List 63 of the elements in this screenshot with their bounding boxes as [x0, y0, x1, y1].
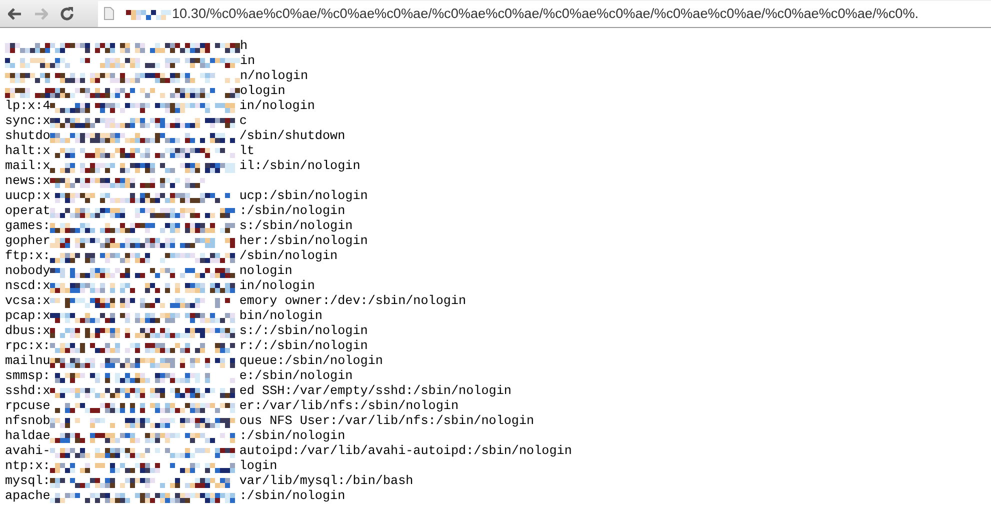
text-line-end: il:/sbin/nologin — [239, 159, 360, 174]
text-line-start: nscd:x — [5, 279, 50, 294]
text-line-start: ftp:x: — [5, 249, 50, 264]
text-line-end: autoipd:/var/lib/avahi-autoipd:/sbin/nologin — [239, 444, 572, 459]
text-line-end: ucp:/sbin/nologin — [239, 189, 368, 204]
text-line-end: :/sbin/nologin — [239, 429, 346, 444]
text-line-end: e:/sbin/nologin — [239, 369, 353, 384]
text-line-end: c — [239, 114, 247, 129]
text-line-end: r:/:/sbin/nologin — [239, 339, 368, 354]
pixelated-host-drawing — [126, 8, 172, 20]
text-line-start: shutdo — [5, 129, 50, 144]
text-line-end: var/lib/mysql:/bin/bash — [239, 474, 414, 489]
text-line-start: operat — [5, 204, 50, 219]
text-line-start: rpcuse — [5, 399, 50, 414]
text-line-start: pcap:x — [5, 309, 50, 324]
text-line-start: mailnu — [5, 354, 50, 369]
text-line-end: in/nologin — [239, 279, 315, 294]
text-line-end: n/nologin — [240, 69, 308, 84]
text-line-end: er:/var/lib/nfs:/sbin/nologin — [239, 399, 459, 414]
text-line-end: s:/sbin/nologin — [239, 219, 353, 234]
text-line-start: rpc:x: — [5, 339, 50, 354]
text-line-end: lt — [239, 144, 254, 159]
text-line-start: halt:x — [5, 144, 50, 159]
text-line-start: gopher — [5, 234, 50, 249]
text-line-start: smmsp: — [5, 369, 50, 384]
forward-arrow-icon — [34, 8, 48, 20]
text-line-start: mail:x — [5, 159, 50, 174]
page-icon — [104, 7, 114, 20]
address-bar[interactable]: 10.30/%c0%ae%c0%ae/%c0%ae%c0%ae/%c0%ae%c0%ae/%c0%ae%c0%ae/%c0%ae%c0%ae/%c0%ae%c0%ae/%c0%. — [98, 0, 991, 26]
text-line-end: /sbin/nologin — [239, 249, 338, 264]
text-line-end: :/sbin/nologin — [239, 489, 346, 504]
text-line-start: nfsnob — [5, 414, 50, 429]
text-line-end: /sbin/shutdown — [239, 129, 346, 144]
text-line-start: nobody — [5, 264, 50, 279]
text-line-start: uucp:x — [5, 189, 50, 204]
text-line-end: nologin — [239, 264, 292, 279]
text-line-start: sync:x — [5, 114, 50, 129]
text-line-end: ed SSH:/var/empty/sshd:/sbin/nologin — [239, 384, 512, 399]
text-line-start: lp:x:4 — [5, 99, 50, 114]
text-line-end: :/sbin/nologin — [239, 204, 346, 219]
text-line-start: news:x — [5, 174, 50, 189]
text-line-end: s:/:/sbin/nologin — [239, 324, 368, 339]
text-line-end: bin/nologin — [239, 309, 322, 324]
text-line-end: ologin — [240, 84, 286, 99]
text-line-start: haldae — [5, 429, 50, 444]
reload-icon — [60, 6, 74, 20]
text-line-start: mysql: — [5, 474, 50, 489]
text-line-end: h — [240, 39, 248, 54]
text-line-start: vcsa:x — [5, 294, 50, 309]
text-line-end: in/nologin — [239, 99, 315, 114]
text-line-end: emory owner:/dev:/sbin/nologin — [239, 294, 466, 309]
text-line-end: queue:/sbin/nologin — [239, 354, 383, 369]
back-arrow-icon — [8, 8, 22, 20]
text-line-end: her:/sbin/nologin — [239, 234, 368, 249]
text-line-start: dbus:x — [5, 324, 50, 339]
text-line-end: login — [239, 459, 278, 474]
text-line-start: games: — [5, 219, 50, 234]
text-line-start: ntp:x: — [5, 459, 50, 474]
text-line-start: sshd:x — [5, 384, 50, 399]
text-line-end: ous NFS User:/var/lib/nfs:/sbin/nologin — [239, 414, 534, 429]
text-line-start: apache — [5, 489, 50, 504]
text-line-start: avahi- — [5, 444, 50, 459]
text-line-end: in — [240, 54, 256, 69]
